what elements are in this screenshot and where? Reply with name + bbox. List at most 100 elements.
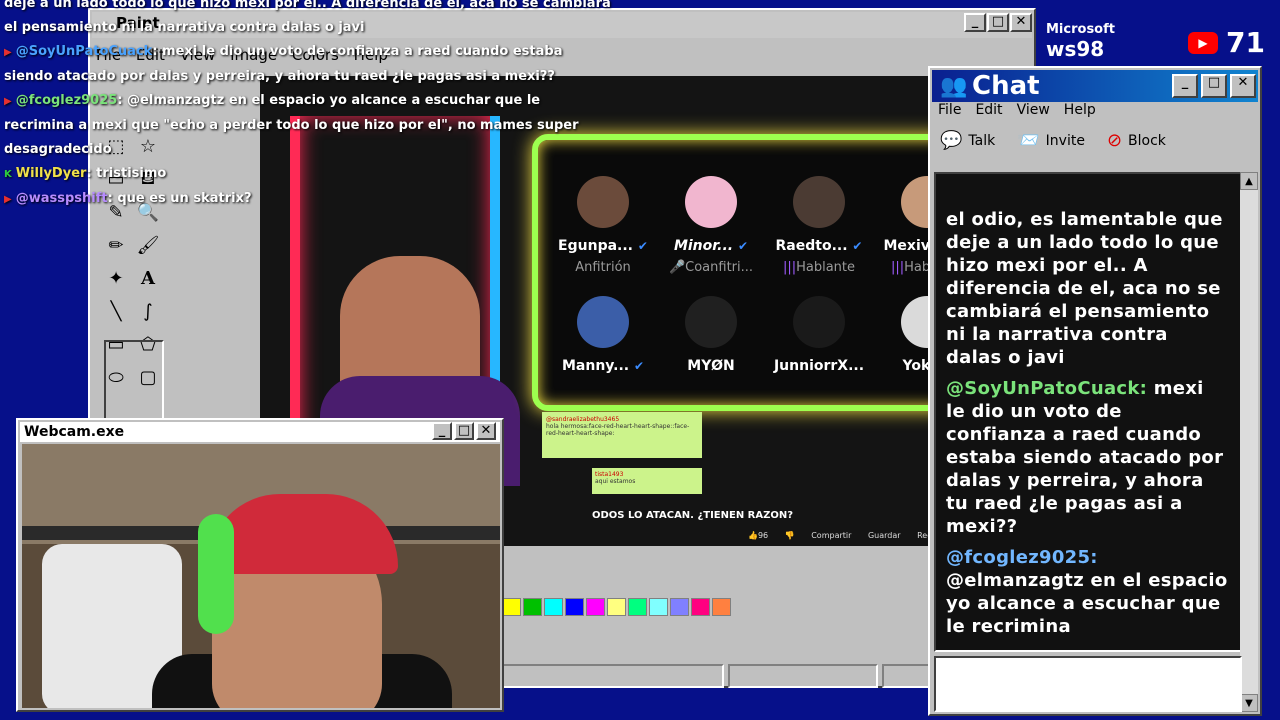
ms-product: ws98 (1046, 37, 1105, 61)
invite-label: Invite (1045, 132, 1085, 149)
maximize-button[interactable]: □ (987, 13, 1009, 32)
chat-message-user: @fcoglez9025: (946, 547, 1098, 568)
overlay-chat-text: el pensamiento ni la narrativa contra da… (4, 20, 365, 35)
speaker-card[interactable]: Manny... ✔ (548, 296, 658, 374)
chat-window: 👥 Chat _ □ ✕ File Edit View Help 💬 Talk 📨… (928, 66, 1262, 716)
block-icon: ⊘ (1106, 130, 1123, 151)
close-button[interactable]: ✕ (1010, 13, 1032, 32)
overlay-chat-text: : mexi le dio un voto de confianza a rae… (152, 44, 563, 59)
kick-badge-icon: K (4, 169, 12, 180)
color-swatch[interactable] (607, 598, 626, 616)
youtube-play-icon: ▶ (1188, 31, 1218, 54)
youtube-badge-icon: ▶ (4, 47, 12, 58)
video-title: ODOS LO ATACAN. ¿TIENEN RAZON? (592, 510, 794, 521)
status-cell (728, 664, 878, 688)
audio-bars-icon: ||| (890, 260, 905, 275)
mini-chat-user: @sandraelizabethu3465 (546, 416, 620, 423)
overlay-chat-text: : @elmanzagtz en el espacio yo alcance a… (117, 93, 541, 108)
scroll-down-icon[interactable]: ▼ (1240, 694, 1258, 712)
color-swatch[interactable] (586, 598, 605, 616)
verified-icon: ✔ (852, 239, 863, 253)
color-swatch[interactable] (649, 598, 668, 616)
block-label: Block (1128, 132, 1166, 149)
chat-message: @fcoglez9025: @elmanzagtz en el espacio … (946, 546, 1228, 638)
color-swatch[interactable] (502, 598, 521, 616)
overlay-chat-line: ▶ @fcoglez9025: @elmanzagtz en el espacio… (4, 89, 544, 114)
webcam-feed (22, 444, 500, 708)
close-button[interactable]: ✕ (476, 422, 496, 440)
color-swatch[interactable] (523, 598, 542, 616)
speaker-card[interactable]: Egunpa... ✔ Anfitrión (548, 176, 658, 275)
block-button[interactable]: ⊘ Block (1107, 130, 1166, 151)
chat-message: el odio, es lamentable que deje a un lad… (946, 208, 1228, 369)
minimize-button[interactable]: _ (964, 13, 986, 32)
speaker-name: JunniorrX... (773, 358, 865, 374)
overlay-chat-text: desagradecido (4, 142, 112, 157)
overlay-chat-text: : que es un skatrix? (107, 191, 252, 206)
pencil-icon[interactable]: ✏ (100, 229, 132, 262)
speaker-name: Egunpa... (558, 238, 633, 254)
overlay-chat-text: deje a un lado todo lo que hizo mexi por… (4, 0, 611, 11)
verified-icon: ✔ (633, 359, 645, 373)
overlay-chat-line: recrimina a mexi que "echo a perder todo… (4, 114, 579, 138)
share-button[interactable]: Compartir (811, 531, 851, 540)
menu-file[interactable]: File (938, 102, 961, 118)
talk-button[interactable]: 💬 Talk (940, 130, 995, 151)
chat-messages[interactable]: el odio, es lamentable que deje a un lad… (934, 172, 1242, 652)
invite-button[interactable]: 📨 Invite (1017, 130, 1085, 151)
dislike-icon[interactable]: 👎 (785, 531, 795, 540)
speaker-card[interactable]: JunniorrX... (764, 296, 874, 374)
color-swatch[interactable] (565, 598, 584, 616)
maximize-button[interactable]: □ (1201, 74, 1227, 98)
like-icon[interactable]: 👍 (748, 531, 758, 540)
brush-icon[interactable]: 🖌 (132, 229, 164, 262)
speaker-card[interactable]: MYØN (656, 296, 766, 374)
maximize-button[interactable]: □ (454, 422, 474, 440)
overlay-chat-line: el pensamiento ni la narrativa contra da… (4, 16, 544, 40)
webcam-titlebar[interactable]: Webcam.exe (20, 422, 500, 442)
color-swatch[interactable] (544, 598, 563, 616)
color-swatch[interactable] (670, 598, 689, 616)
speaker-name: Manny... (561, 358, 630, 374)
overlay-chat-text: recrimina a mexi que "echo a perder todo… (4, 118, 579, 133)
minimize-button[interactable]: _ (432, 422, 452, 440)
youtube-badge-icon: ▶ (4, 194, 12, 205)
menu-edit[interactable]: Edit (975, 102, 1002, 118)
airbrush-icon[interactable]: ✦ (100, 262, 132, 295)
windows98-logo: Microsoft ws98 (1046, 22, 1115, 61)
overlay-chat-line: ▶ @wasspshift: que es un skatrix? (4, 187, 544, 212)
youtube-badge-icon: ▶ (4, 96, 12, 107)
talk-label: Talk (968, 132, 996, 149)
chat-toolbar: 💬 Talk 📨 Invite ⊘ Block (940, 130, 1166, 151)
chat-message: @SoyUnPatoCuack: mexi le dio un voto de … (946, 377, 1228, 538)
line-icon[interactable]: ╲ (100, 295, 132, 328)
verified-icon: ✔ (637, 239, 648, 253)
overlay-chat-line: deje a un lado todo lo que hizo mexi por… (4, 0, 611, 16)
menu-help[interactable]: Help (1064, 102, 1096, 118)
curve-icon[interactable]: ∫ (132, 295, 164, 328)
color-swatch[interactable] (628, 598, 647, 616)
chat-message-text: el odio, es lamentable que deje a un lad… (946, 209, 1223, 368)
text-icon[interactable]: A (132, 262, 164, 295)
save-button[interactable]: Guardar (868, 531, 901, 540)
chat-scrollbar[interactable]: ▲ ▼ (1240, 172, 1258, 712)
chat-message-text: mexi le dio un voto de confianza a raed … (946, 378, 1224, 537)
ms-brand: Microsoft (1046, 22, 1115, 37)
chat-input[interactable] (934, 656, 1242, 712)
audio-bars-icon: ||| (782, 260, 797, 275)
color-swatch[interactable] (691, 598, 710, 616)
webcam-window: Webcam.exe _ □ ✕ (16, 418, 504, 712)
speaker-card[interactable]: Minor... ✔ 🎤Coanfitri... (656, 176, 766, 275)
color-swatch[interactable] (712, 598, 731, 616)
minimize-button[interactable]: _ (1172, 74, 1198, 98)
chat-title: Chat (972, 71, 1040, 101)
speaker-card[interactable]: Raedto... ✔ |||Hablante (764, 176, 874, 275)
speaker-role: Hablante (796, 260, 856, 275)
scroll-up-icon[interactable]: ▲ (1240, 172, 1258, 190)
webcam-title: Webcam.exe (24, 424, 125, 440)
menu-view[interactable]: View (1017, 102, 1050, 118)
speaker-name: Raedto... (775, 238, 848, 254)
avatar (793, 176, 845, 228)
close-button[interactable]: ✕ (1230, 74, 1256, 98)
chat-menubar: File Edit View Help (938, 102, 1096, 118)
